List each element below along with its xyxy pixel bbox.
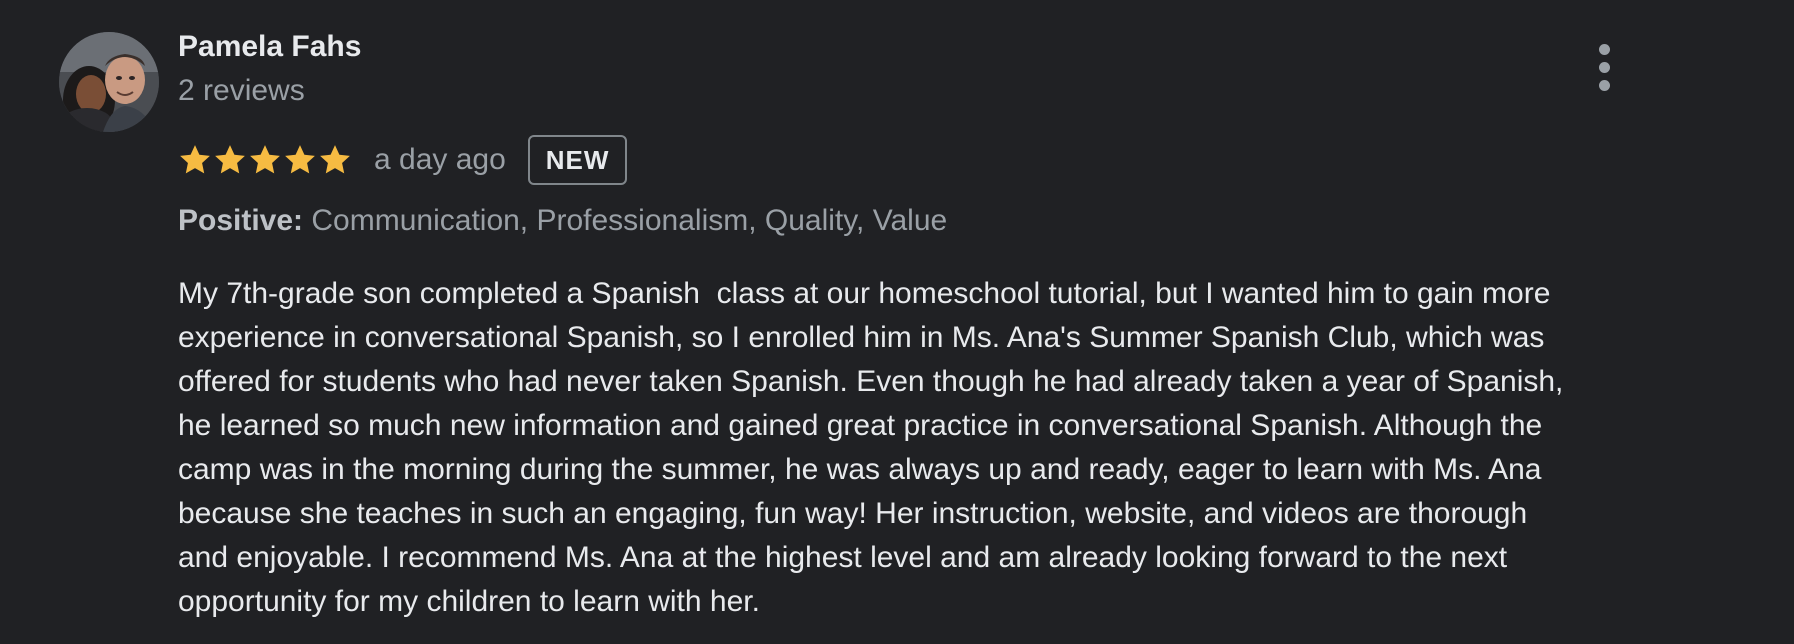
review-text-line: opportunity for my children to learn wit… [178,585,760,618]
avatar-photo [59,32,159,132]
review-text: My 7th-grade son completed a Spanish cla… [178,272,1678,624]
author-review-count[interactable]: 2 reviews [178,74,305,108]
attributes-label: Positive: [178,204,304,237]
review-text-line: camp was in the morning during the summe… [178,453,1542,486]
review-date: a day ago [374,143,506,176]
more-vert-icon-dot [1599,62,1610,73]
author-name[interactable]: Pamela Fahs [178,30,361,64]
review-text-line: offered for students who had never taken… [178,365,1564,398]
star-icon [180,145,210,174]
review-text-line: experience in conversational Spanish, so… [178,321,1545,354]
star-icon [320,145,350,174]
review-text-line: he learned so much new information and g… [178,409,1543,442]
star-rating [178,143,352,177]
review-card: Pamela Fahs 2 reviews a day ago NEW Posi… [0,0,1794,644]
review-text-line: My 7th-grade son completed a Spanish cla… [178,277,1551,310]
review-attributes: Positive: Communication, Professionalism… [178,204,947,238]
avatar[interactable] [59,32,159,132]
new-badge: NEW [527,135,628,185]
star-icon [215,145,245,174]
attributes-values: Communication, Professionalism, Quality,… [311,204,948,237]
review-text-line: and enjoyable. I recommend Ms. Ana at th… [178,541,1508,574]
star-icon [285,145,315,174]
more-vert-icon [1599,44,1610,55]
review-text-line: because she teaches in such an engaging,… [178,497,1528,530]
star-icon [250,145,280,174]
rating-row: a day ago NEW [178,135,628,185]
more-options-button[interactable] [1584,44,1624,92]
more-vert-icon-dot [1599,80,1610,91]
